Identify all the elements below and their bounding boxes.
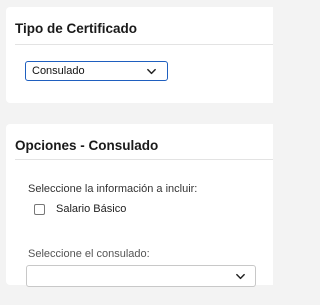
options-panel: Opciones - Consulado Seleccione la infor… xyxy=(6,124,273,287)
chevron-down-icon xyxy=(236,273,245,280)
divider xyxy=(15,159,273,160)
certificate-type-value: Consulado xyxy=(32,65,85,77)
consulado-label: Seleccione el consulado: xyxy=(28,248,150,260)
certificate-type-title: Tipo de Certificado xyxy=(15,21,138,36)
certificate-type-panel: Tipo de Certificado Consulado xyxy=(6,7,273,103)
divider xyxy=(15,44,273,45)
salario-basico-label[interactable]: Salario Básico xyxy=(56,203,126,215)
info-label: Seleccione la información a incluir: xyxy=(28,183,198,195)
chevron-down-icon xyxy=(147,68,156,75)
options-title: Opciones - Consulado xyxy=(15,138,159,153)
checkbox-icon[interactable] xyxy=(34,204,45,215)
consulado-select[interactable] xyxy=(26,265,256,287)
certificate-type-select[interactable]: Consulado xyxy=(25,61,168,81)
